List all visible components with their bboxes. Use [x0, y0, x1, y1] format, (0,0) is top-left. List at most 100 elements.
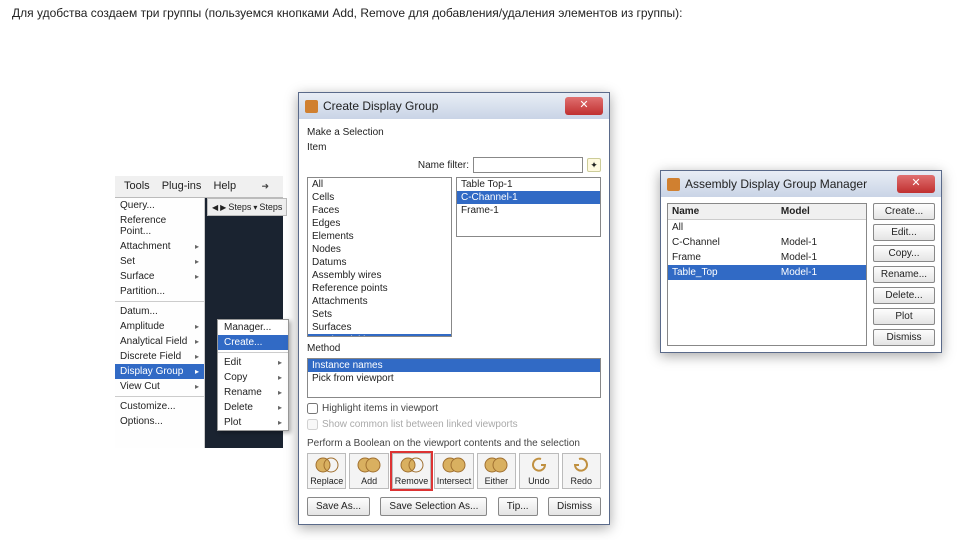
create--button[interactable]: Create... — [873, 203, 935, 220]
list-item[interactable]: C-Channel-1 — [457, 191, 600, 204]
boolean-replace-button[interactable]: Replace — [307, 453, 346, 489]
menu-item[interactable]: Analytical Field — [115, 334, 204, 349]
menu-item[interactable]: Set — [115, 254, 204, 269]
submenu-item[interactable]: Create... — [218, 335, 288, 350]
list-item[interactable]: Nodes — [308, 243, 451, 256]
submenu-item[interactable]: Delete — [218, 400, 288, 415]
tools-menu[interactable]: Query...Reference Point...AttachmentSetS… — [115, 198, 205, 448]
plot-button[interactable]: Plot — [873, 308, 935, 325]
tip--button[interactable]: Tip... — [498, 497, 538, 516]
dismiss-button[interactable]: Dismiss — [548, 497, 601, 516]
close-button[interactable]: ✕ — [897, 175, 935, 193]
boolean-text: Perform a Boolean on the viewport conten… — [307, 438, 601, 449]
edit--button[interactable]: Edit... — [873, 224, 935, 241]
list-item[interactable]: Faces — [308, 204, 451, 217]
close-button[interactable]: ✕ — [565, 97, 603, 115]
menu-item[interactable]: Partition... — [115, 284, 204, 299]
steps-combo[interactable]: ◀ ▶ Steps ▾ Steps — [207, 198, 287, 216]
titlebar: Assembly Display Group Manager ✕ — [661, 171, 941, 197]
submenu-item[interactable]: Edit — [218, 355, 288, 370]
create-display-group-window: Create Display Group ✕ Make a Selection … — [298, 92, 610, 525]
list-item[interactable]: Surfaces — [308, 321, 451, 334]
titlebar: Create Display Group ✕ — [299, 93, 609, 119]
boolean-redo-button[interactable]: Redo — [562, 453, 601, 489]
boolean-add-button[interactable]: Add — [349, 453, 388, 489]
display-group-manager-window: Assembly Display Group Manager ✕ Name Mo… — [660, 170, 942, 353]
name-filter-label: Name filter: — [418, 160, 469, 171]
delete--button[interactable]: Delete... — [873, 287, 935, 304]
submenu-item[interactable]: Manager... — [218, 320, 288, 335]
boolean-intersect-button[interactable]: Intersect — [434, 453, 473, 489]
menu-item[interactable]: Attachment — [115, 239, 204, 254]
list-item[interactable]: Part/Model instances — [308, 334, 451, 337]
submenu-item[interactable]: Copy — [218, 370, 288, 385]
highlight-checkbox[interactable] — [307, 403, 318, 414]
method-label: Method — [307, 343, 601, 354]
list-item[interactable]: Frame-1 — [457, 204, 600, 217]
col-name-header: Name — [668, 204, 777, 219]
list-item[interactable]: Instance names — [308, 359, 600, 372]
menubar-nav: ➜ — [251, 179, 279, 194]
col-model-header: Model — [777, 204, 866, 219]
menu-panel: Tools Plug-ins Help ➜ ◀ ▶ Steps ▾ Steps … — [115, 176, 283, 448]
menu-item[interactable]: Amplitude — [115, 319, 204, 334]
menu-tools[interactable]: Tools — [119, 179, 155, 194]
item-label: Item — [307, 142, 601, 153]
list-item[interactable]: Cells — [308, 191, 451, 204]
menu-help[interactable]: Help — [208, 179, 241, 194]
list-item[interactable]: Attachments — [308, 295, 451, 308]
window-title: Create Display Group — [323, 99, 438, 113]
menu-plugins[interactable]: Plug-ins — [157, 179, 207, 194]
common-label: Show common list between linked viewport… — [322, 419, 518, 430]
list-item[interactable]: Datums — [308, 256, 451, 269]
table-row[interactable]: FrameModel-1 — [668, 250, 866, 265]
manager-buttons: Create... Edit... Copy... Rename... Delete..… — [873, 203, 935, 346]
menu-item[interactable]: Query... — [115, 198, 204, 213]
table-row[interactable]: Table_TopModel-1 — [668, 265, 866, 280]
menu-item[interactable]: Reference Point... — [115, 213, 204, 239]
boolean-either-button[interactable]: Either — [477, 453, 516, 489]
list-item[interactable]: Elements — [308, 230, 451, 243]
menu-item[interactable]: Customize... — [115, 399, 204, 414]
boolean-remove-button[interactable]: Remove — [392, 453, 431, 489]
boolean-undo-button[interactable]: Undo — [519, 453, 558, 489]
displaygroup-submenu[interactable]: Manager...Create... EditCopyRenameDeleteP… — [217, 319, 289, 431]
window-icon — [305, 100, 318, 113]
boolean-buttons: ReplaceAddRemoveIntersectEitherUndoRedo — [307, 453, 601, 489]
list-item[interactable]: All — [308, 178, 451, 191]
item-list[interactable]: AllCellsFacesEdgesElementsNodesDatumsAss… — [307, 177, 452, 337]
bottom-buttons: Save As... Save Selection As... Tip... Dism… — [307, 497, 601, 516]
instance-list[interactable]: Table Top-1C-Channel-1Frame-1 — [456, 177, 601, 237]
group-list[interactable]: Name Model AllC-ChannelModel-1FrameModel… — [667, 203, 867, 346]
menu-item[interactable]: Discrete Field — [115, 349, 204, 364]
menu-item[interactable]: Display Group — [115, 364, 204, 379]
copy--button[interactable]: Copy... — [873, 245, 935, 262]
submenu-item[interactable]: Rename — [218, 385, 288, 400]
name-filter-input[interactable] — [473, 157, 583, 173]
menu-item[interactable]: Surface — [115, 269, 204, 284]
submenu-item[interactable]: Plot — [218, 415, 288, 430]
tip-icon[interactable]: ✦ — [587, 158, 601, 172]
menu-item[interactable]: Options... — [115, 414, 204, 429]
rename--button[interactable]: Rename... — [873, 266, 935, 283]
section-make-selection: Make a Selection — [307, 127, 601, 138]
menu-item[interactable]: View Cut — [115, 379, 204, 394]
save-as--button[interactable]: Save As... — [307, 497, 370, 516]
menu-item[interactable]: Datum... — [115, 304, 204, 319]
window-icon — [667, 178, 680, 191]
menubar: Tools Plug-ins Help ➜ — [115, 176, 283, 198]
window-title: Assembly Display Group Manager — [685, 177, 867, 191]
list-item[interactable]: Pick from viewport — [308, 372, 600, 385]
method-list[interactable]: Instance namesPick from viewport — [307, 358, 601, 398]
save-selection-as--button[interactable]: Save Selection As... — [380, 497, 487, 516]
list-item[interactable]: Sets — [308, 308, 451, 321]
list-item[interactable]: Edges — [308, 217, 451, 230]
table-row[interactable]: C-ChannelModel-1 — [668, 235, 866, 250]
page-caption: Для удобства создаем три группы (пользуе… — [12, 6, 682, 20]
common-checkbox — [307, 419, 318, 430]
list-item[interactable]: Table Top-1 — [457, 178, 600, 191]
list-item[interactable]: Reference points — [308, 282, 451, 295]
dismiss-button[interactable]: Dismiss — [873, 329, 935, 346]
table-row[interactable]: All — [668, 220, 866, 235]
list-item[interactable]: Assembly wires — [308, 269, 451, 282]
